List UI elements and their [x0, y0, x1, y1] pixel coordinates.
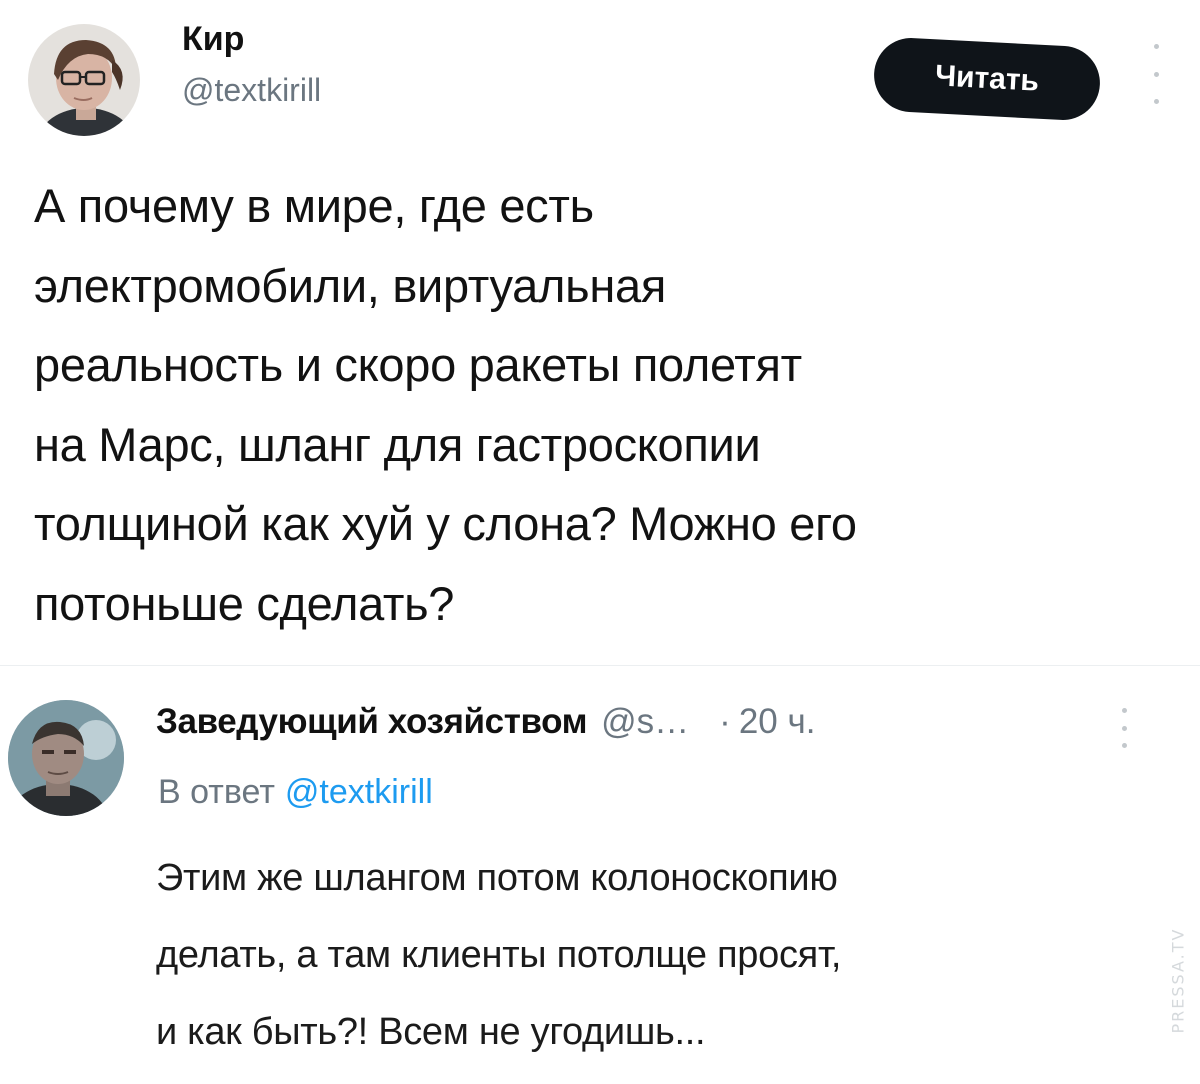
reply-separator: ·: [719, 702, 731, 741]
divider: [0, 665, 1200, 666]
tweet-text-line: толщиной как хуй у слона? Можно его: [34, 497, 857, 550]
reply-text-line: делать, а там клиенты потолще просят,: [156, 934, 842, 976]
tweet-author[interactable]: Кир @textkirill: [182, 18, 321, 112]
tweet-header: Кир @textkirill Читать: [24, 18, 1174, 138]
reply-header: Заведующий хозяйством @s… · 20 ч.: [156, 700, 815, 744]
reply-text-line: Этим же шлангом потом колоноскопию: [156, 857, 838, 899]
author-handle[interactable]: @textkirill: [182, 68, 321, 112]
reply-to-prefix: В ответ: [158, 773, 275, 811]
user-avatar-glasses-icon[interactable]: [28, 24, 140, 136]
reply-author-handle[interactable]: @s…: [601, 702, 689, 741]
tweet-text-line: реальность и скоро ракеты полетят: [34, 338, 802, 391]
reply-to-line: В ответ @textkirill: [158, 770, 433, 814]
more-vertical-icon[interactable]: [1114, 708, 1134, 748]
reply-text-line: и как быть?! Всем не угодишь...: [156, 1011, 706, 1053]
watermark: PRESSA.TV: [1166, 900, 1190, 1060]
author-display-name[interactable]: Кир: [182, 18, 321, 60]
reply-text: Этим же шлангом потом колоноскопию делат…: [156, 840, 1116, 1071]
watermark-text: PRESSA.TV: [1168, 927, 1188, 1033]
twitter-screenshot: Кир @textkirill Читать А почему в мире, …: [0, 0, 1200, 1084]
tweet-text-line: потоньше сделать?: [34, 576, 455, 630]
user-avatar-photo-icon[interactable]: [8, 700, 124, 816]
reply-to-handle-link[interactable]: @textkirill: [285, 773, 433, 811]
tweet-text-line: А почему в мире, где есть: [34, 179, 594, 232]
reply-timestamp[interactable]: 20 ч.: [739, 702, 816, 741]
tweet-text: А почему в мире, где есть электромобили,…: [34, 166, 1154, 643]
follow-button[interactable]: Читать: [872, 36, 1102, 122]
reply-author-name[interactable]: Заведующий хозяйством: [156, 702, 588, 741]
more-vertical-icon[interactable]: [1144, 44, 1168, 104]
tweet-text-line: электромобили, виртуальная: [34, 258, 666, 312]
tweet-text-line: на Марс, шланг для гастроскопии: [34, 417, 761, 471]
